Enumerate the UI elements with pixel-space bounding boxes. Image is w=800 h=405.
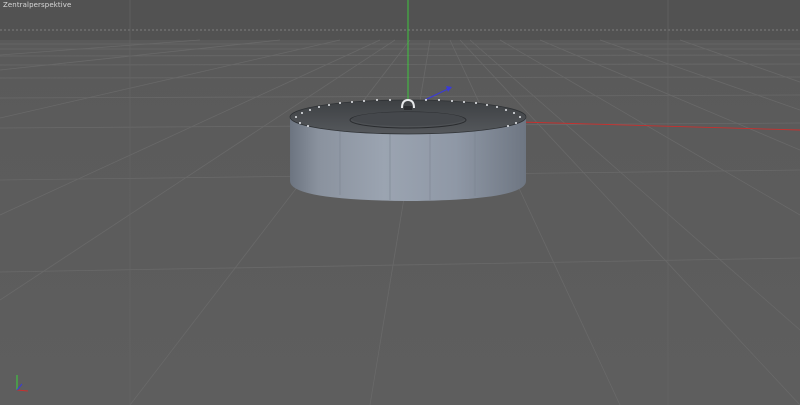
horizon-band [0,0,800,40]
cylinder-object[interactable] [289,98,527,201]
editor-viewport[interactable]: Zentralperspektive [0,0,800,405]
viewport-scene[interactable] [0,0,800,405]
viewport-background [0,0,800,405]
viewport-camera-label[interactable]: Zentralperspektive [3,1,71,9]
